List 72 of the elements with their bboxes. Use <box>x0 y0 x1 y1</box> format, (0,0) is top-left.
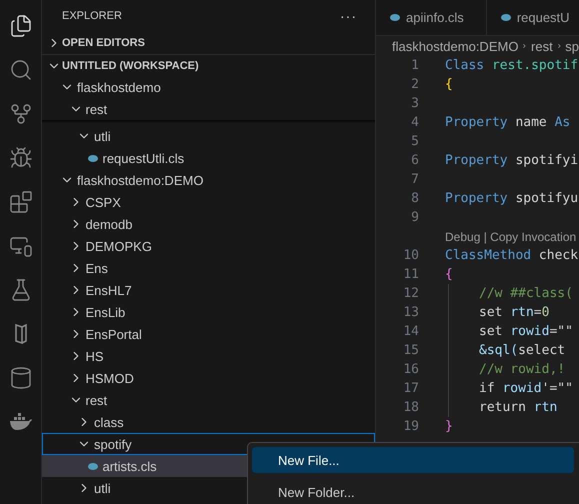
section-header[interactable]: UNTITLED (WORKSPACE) <box>42 54 375 76</box>
code-line: if rowid'="" <box>479 381 573 396</box>
line-number: 4 <box>410 115 419 130</box>
code-line: Property spotifyi <box>445 153 578 168</box>
code-line: //w rowid,! <box>479 362 566 377</box>
line-number: 10 <box>402 248 419 263</box>
line-number: 11 <box>402 267 419 282</box>
line-number: 13 <box>402 305 419 320</box>
breadcrumb-item[interactable]: sp <box>565 38 579 54</box>
breadcrumb-item[interactable]: rest <box>531 38 553 54</box>
line-number: 14 <box>402 324 419 339</box>
folder-row[interactable]: rest <box>42 389 375 411</box>
whale-icon <box>8 413 32 431</box>
code-line: set rtn=0 <box>479 305 550 320</box>
code-line: ClassMethod check <box>445 248 578 263</box>
folder-row[interactable]: EnsHL7 <box>42 279 375 301</box>
code-line: { <box>445 267 453 282</box>
code-line: } <box>445 419 453 434</box>
branch-icon <box>8 102 32 126</box>
folder-row[interactable]: flaskhostdemo <box>42 76 375 98</box>
line-number: 1 <box>410 58 419 73</box>
line-number: 2 <box>410 77 419 92</box>
code-line: Property name As <box>445 115 570 130</box>
code-line: &sql(select <box>479 343 566 358</box>
folder-row[interactable]: EnsPortal <box>42 323 375 345</box>
line-number: 9 <box>410 210 419 225</box>
folder-row[interactable]: utli <box>42 125 375 147</box>
menu-item[interactable]: New Folder... <box>252 479 574 504</box>
line-number: 8 <box>410 191 419 206</box>
breadcrumb-item[interactable]: flaskhostdemo:DEMO <box>392 38 518 54</box>
folder-row[interactable]: class <box>42 411 375 433</box>
book-icon <box>14 323 28 345</box>
line-number: 18 <box>402 400 419 415</box>
folder-row[interactable]: EnsLib <box>42 301 375 323</box>
file-icon <box>88 154 98 162</box>
line-number: 19 <box>402 419 419 434</box>
blocks-icon <box>8 190 32 214</box>
cylinder-icon <box>8 366 32 390</box>
file-row[interactable]: requestUtli.cls <box>42 147 375 169</box>
more-actions[interactable]: ··· <box>340 8 357 24</box>
folder-row[interactable]: HSMOD <box>42 367 375 389</box>
code-line: Property spotifyu <box>445 191 578 206</box>
code-line: set rowid="" <box>479 324 573 339</box>
file-icon <box>390 14 400 21</box>
folder-row[interactable]: HS <box>42 345 375 367</box>
files-icon <box>8 14 32 38</box>
file-icon <box>500 14 511 21</box>
code-line: //w ##class( <box>479 286 573 301</box>
menu-item[interactable]: New File... <box>252 447 574 473</box>
line-number: 6 <box>410 153 419 168</box>
bug-icon <box>8 146 32 170</box>
line-number: 3 <box>410 96 419 111</box>
folder-row[interactable]: demodb <box>42 213 375 235</box>
panel-title: EXPLORER <box>62 10 122 22</box>
line-number: 5 <box>410 134 419 149</box>
code-line: return rtn <box>479 400 558 415</box>
line-number: 17 <box>402 381 419 396</box>
code-line: Class rest.spotif <box>445 58 578 73</box>
folder-row[interactable]: CSPX <box>42 191 375 213</box>
folder-row[interactable]: DEMOPKG <box>42 235 375 257</box>
line-number: 12 <box>402 286 419 301</box>
line-number: 7 <box>410 172 419 187</box>
file-icon <box>88 462 98 470</box>
line-number: 15 <box>402 343 419 358</box>
folder-row[interactable]: rest <box>42 98 375 120</box>
folder-row[interactable]: Ens <box>42 257 375 279</box>
code-lens[interactable]: Debug | Copy Invocation <box>445 230 576 244</box>
search-icon <box>8 58 32 82</box>
folder-row[interactable]: flaskhostdemo:DEMO <box>42 169 375 191</box>
line-number: 16 <box>402 362 419 377</box>
code-line: { <box>445 77 453 92</box>
section-header[interactable]: OPEN EDITORS <box>42 32 375 54</box>
